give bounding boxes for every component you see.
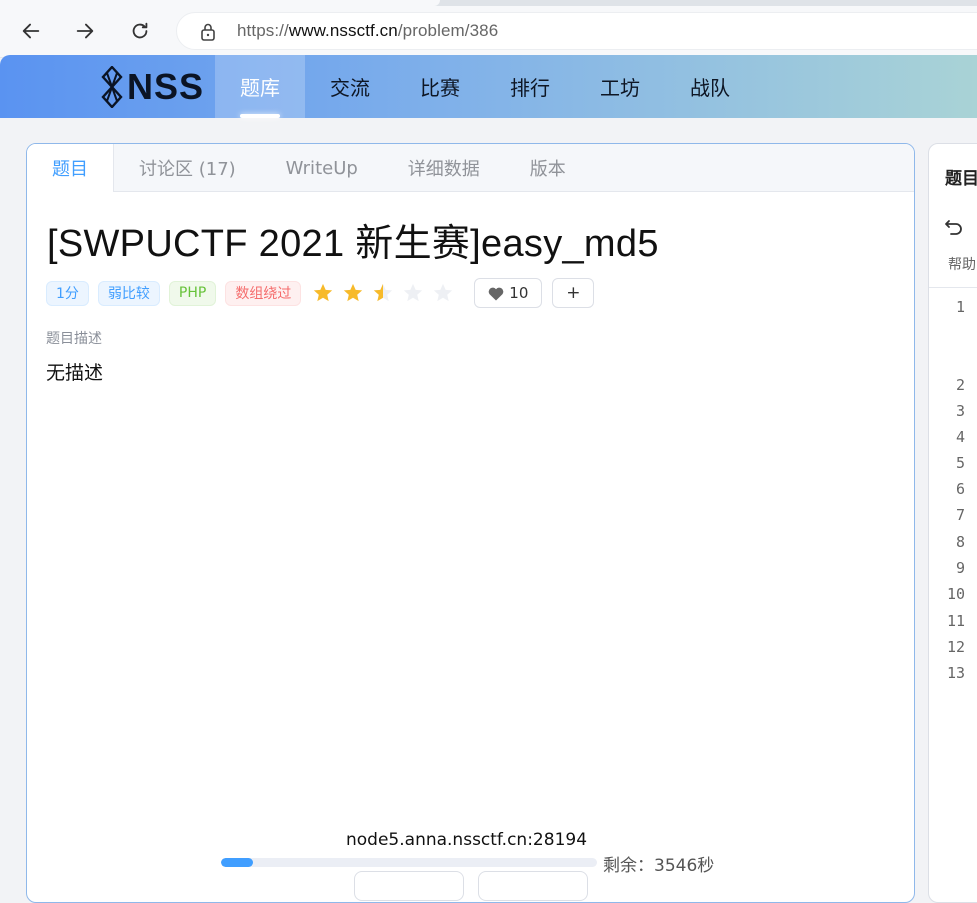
browser-tabstrip	[0, 0, 977, 6]
tag-row: 1分 弱比较 PHP 数组绕过 10 +	[46, 278, 595, 308]
nav-item-contests[interactable]: 比赛	[395, 55, 485, 118]
reload-icon[interactable]	[123, 14, 157, 48]
problem-tabs: 题目 讨论区 (17) WriteUp 详细数据 版本	[27, 144, 914, 192]
nav-item-problems[interactable]: 题库	[215, 55, 305, 118]
line-number: 7	[955, 506, 965, 524]
site-header: NSS 题库 交流 比赛 排行 工坊 战队	[0, 55, 977, 118]
instance-action-button[interactable]	[354, 871, 464, 901]
browser-toolbar: https://www.nssctf.cn/problem/386	[0, 0, 977, 58]
problem-card: 题目 讨论区 (17) WriteUp 详细数据 版本 [SWPUCTF 202…	[26, 143, 915, 903]
instance-address[interactable]: node5.anna.nssctf.cn:28194	[346, 830, 587, 850]
site-logo[interactable]: NSS	[100, 65, 204, 109]
forward-icon[interactable]	[68, 14, 102, 48]
nss-logo-icon	[101, 66, 123, 108]
line-number: 9	[955, 559, 965, 577]
instance-progress-bar	[221, 858, 597, 867]
like-button[interactable]: 10	[474, 278, 543, 308]
star-empty-icon	[404, 283, 423, 302]
tab-writeup[interactable]: WriteUp	[261, 144, 383, 192]
line-number: 12	[946, 638, 965, 656]
score-badge: 1分	[46, 280, 89, 306]
line-number: 2	[955, 376, 965, 394]
star-empty-icon	[434, 283, 453, 302]
nav-item-ranking[interactable]: 排行	[485, 55, 575, 118]
tag-php[interactable]: PHP	[168, 280, 217, 306]
description-text: 无描述	[46, 362, 104, 384]
divider	[929, 287, 977, 288]
lock-icon[interactable]	[199, 22, 217, 42]
line-number: 8	[955, 533, 965, 551]
heart-icon	[489, 287, 504, 300]
tab-discussion[interactable]: 讨论区 (17)	[114, 144, 261, 192]
tag-array-bypass[interactable]: 数组绕过	[225, 280, 302, 306]
tab-problem[interactable]: 题目	[27, 144, 114, 192]
star-icon	[314, 283, 333, 302]
line-number: 3	[955, 402, 965, 420]
address-bar[interactable]: https://www.nssctf.cn/problem/386	[176, 12, 977, 50]
nav-item-teams[interactable]: 战队	[665, 55, 755, 118]
problem-title: [SWPUCTF 2021 新生赛]easy_md5	[47, 223, 659, 265]
instance-progress-fill	[221, 858, 253, 867]
star-icon	[344, 283, 363, 302]
line-number: 11	[946, 612, 965, 630]
undo-icon[interactable]	[944, 217, 964, 237]
line-number: 10	[946, 585, 965, 603]
help-label[interactable]: 帮助	[948, 254, 976, 274]
line-number: 4	[955, 428, 965, 446]
nav-item-community[interactable]: 交流	[305, 55, 395, 118]
add-button[interactable]: +	[552, 278, 595, 308]
instance-secondary-button[interactable]	[478, 871, 588, 901]
tag-weak-comparison[interactable]: 弱比较	[97, 280, 160, 306]
line-number: 1	[955, 298, 965, 316]
description-label: 题目描述	[46, 331, 102, 347]
tab-details[interactable]: 详细数据	[383, 144, 505, 192]
main-nav: 题库 交流 比赛 排行 工坊 战队	[215, 55, 755, 118]
tab-version[interactable]: 版本	[505, 144, 591, 192]
nav-item-workshop[interactable]: 工坊	[575, 55, 665, 118]
difficulty-rating	[312, 282, 462, 304]
url-text: https://www.nssctf.cn/problem/386	[237, 21, 499, 40]
half-star-icon	[374, 283, 393, 302]
line-number: 13	[946, 664, 965, 682]
back-icon[interactable]	[14, 14, 48, 48]
line-number: 6	[955, 480, 965, 498]
side-panel-title: 题目	[945, 169, 977, 189]
like-count: 10	[509, 284, 529, 302]
answer-panel: 题目 帮助 1 2 3 4 5 6 7 8 9 10 11 12 13	[928, 143, 977, 903]
remaining-time: 剩余：3546秒	[603, 856, 715, 876]
line-number: 5	[955, 454, 965, 472]
